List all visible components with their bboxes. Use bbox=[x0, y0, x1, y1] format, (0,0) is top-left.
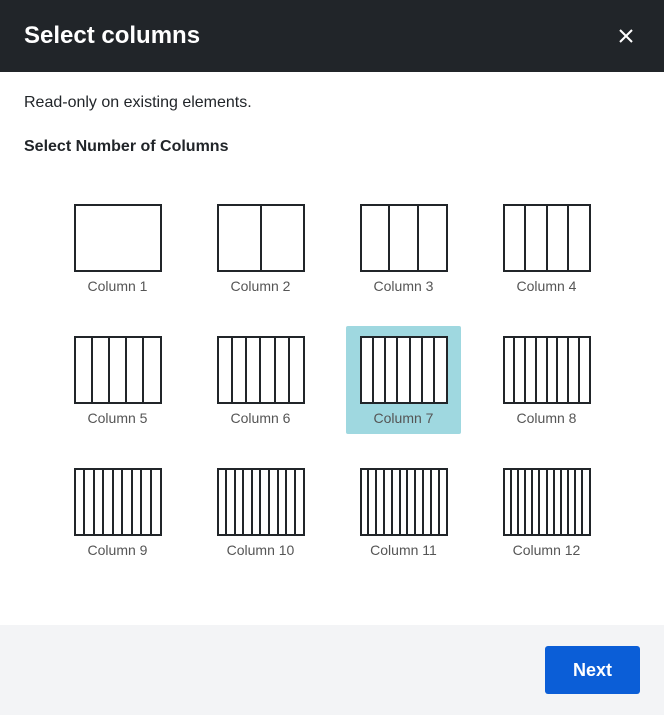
column-preview-icon bbox=[503, 468, 591, 536]
column-preview-icon bbox=[74, 336, 162, 404]
column-option-9[interactable]: Column 9 bbox=[60, 458, 175, 566]
column-option-label: Column 8 bbox=[517, 410, 577, 426]
column-preview-icon bbox=[74, 204, 162, 272]
column-preview-icon bbox=[503, 336, 591, 404]
column-option-6[interactable]: Column 6 bbox=[203, 326, 318, 434]
column-preview-icon bbox=[360, 204, 448, 272]
column-preview-icon bbox=[217, 336, 305, 404]
column-option-label: Column 6 bbox=[231, 410, 291, 426]
column-option-8[interactable]: Column 8 bbox=[489, 326, 604, 434]
dialog-header: Select columns bbox=[0, 0, 664, 72]
dialog-footer: Next bbox=[0, 625, 664, 715]
close-button[interactable] bbox=[612, 22, 640, 50]
readonly-note: Read-only on existing elements. bbox=[24, 94, 640, 112]
column-option-label: Column 9 bbox=[88, 542, 148, 558]
column-option-label: Column 11 bbox=[370, 542, 437, 558]
column-option-1[interactable]: Column 1 bbox=[60, 194, 175, 302]
column-option-label: Column 2 bbox=[231, 278, 291, 294]
column-option-label: Column 7 bbox=[374, 410, 434, 426]
dialog-body: Read-only on existing elements. Select N… bbox=[0, 72, 664, 566]
column-options-grid: Column 1 Column 2 Column 3 Column 4 Column 5… bbox=[24, 176, 640, 566]
column-option-10[interactable]: Column 10 bbox=[203, 458, 318, 566]
column-option-11[interactable]: Column 11 bbox=[346, 458, 461, 566]
section-label: Select Number of Columns bbox=[24, 138, 640, 156]
column-option-5[interactable]: Column 5 bbox=[60, 326, 175, 434]
next-button[interactable]: Next bbox=[545, 646, 640, 694]
column-preview-icon bbox=[217, 468, 305, 536]
column-option-label: Column 12 bbox=[513, 542, 581, 558]
column-option-2[interactable]: Column 2 bbox=[203, 194, 318, 302]
column-option-label: Column 3 bbox=[374, 278, 434, 294]
column-preview-icon bbox=[217, 204, 305, 272]
column-option-4[interactable]: Column 4 bbox=[489, 194, 604, 302]
close-icon bbox=[618, 28, 634, 44]
column-option-12[interactable]: Column 12 bbox=[489, 458, 604, 566]
column-preview-icon bbox=[503, 204, 591, 272]
column-option-label: Column 5 bbox=[88, 410, 148, 426]
column-option-label: Column 1 bbox=[88, 278, 148, 294]
column-option-3[interactable]: Column 3 bbox=[346, 194, 461, 302]
dialog-title: Select columns bbox=[24, 22, 200, 50]
column-option-label: Column 10 bbox=[227, 542, 295, 558]
column-option-7[interactable]: Column 7 bbox=[346, 326, 461, 434]
column-option-label: Column 4 bbox=[517, 278, 577, 294]
column-preview-icon bbox=[74, 468, 162, 536]
column-preview-icon bbox=[360, 468, 448, 536]
column-preview-icon bbox=[360, 336, 448, 404]
